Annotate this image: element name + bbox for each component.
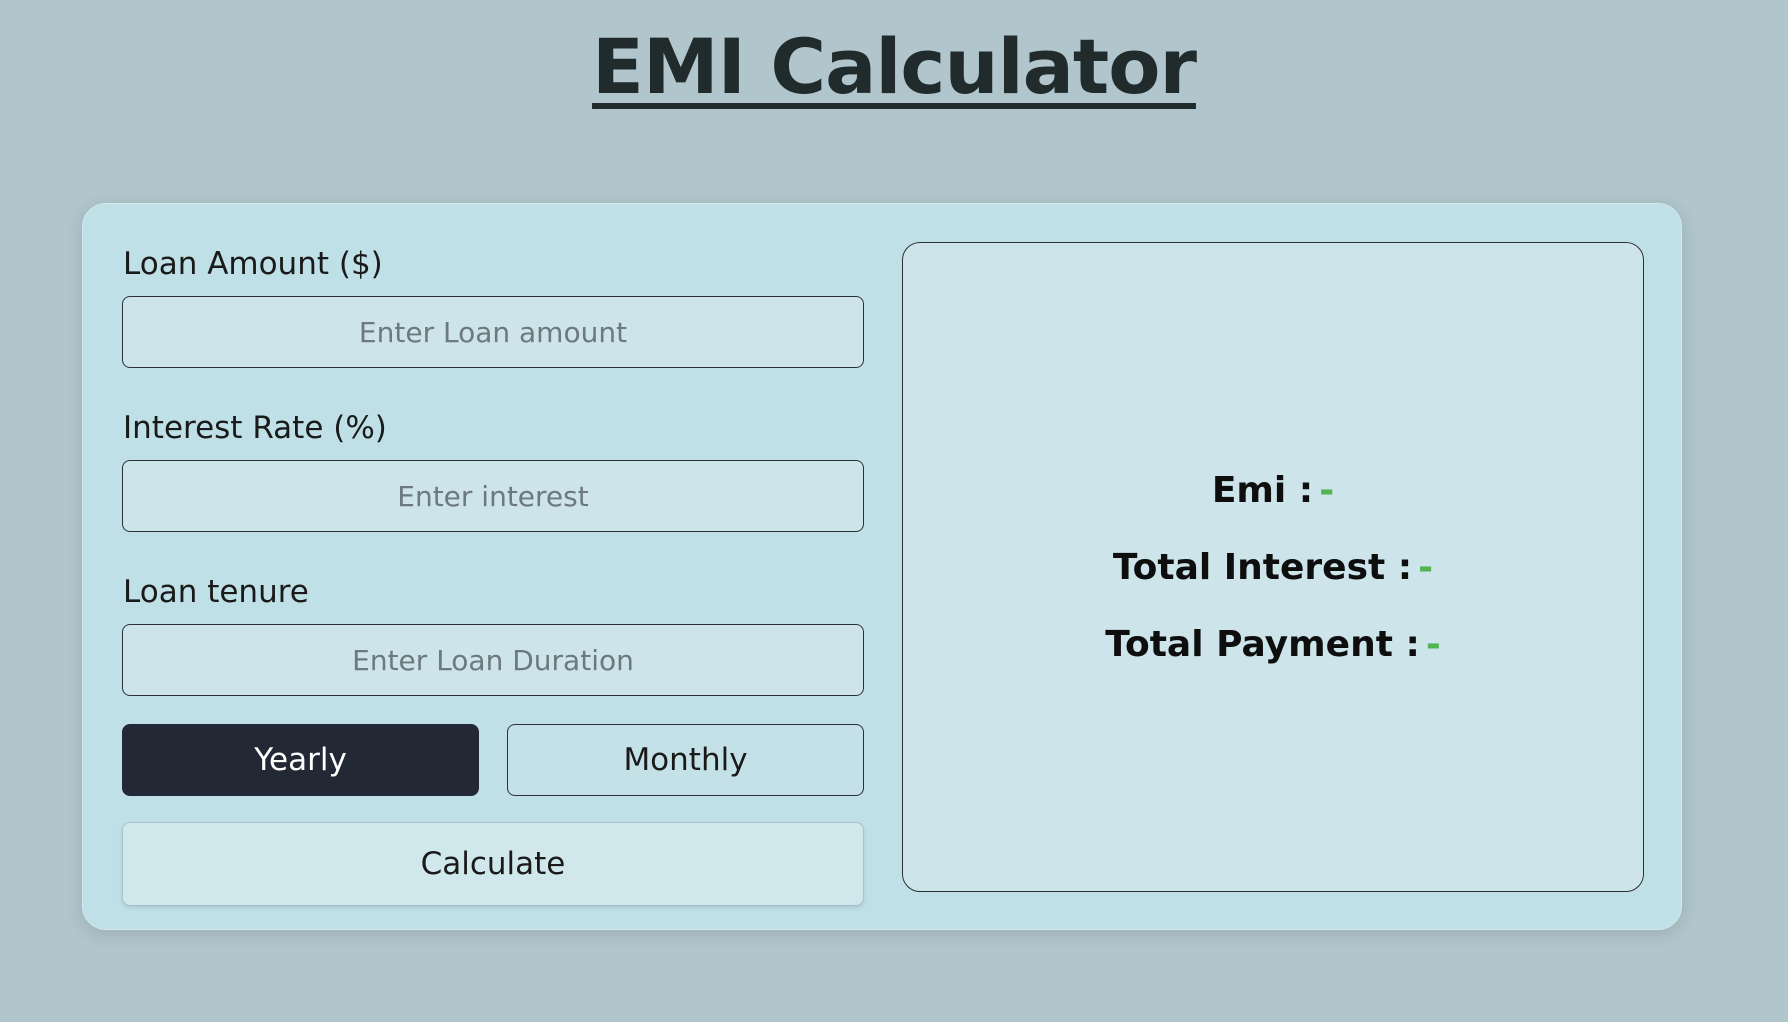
- loan-tenure-label: Loan tenure: [123, 574, 309, 610]
- total-payment-value: -: [1425, 624, 1441, 665]
- tenure-unit-toggle: Yearly Monthly: [122, 724, 864, 796]
- loan-amount-input[interactable]: [122, 296, 864, 368]
- total-payment-result: Total Payment :-: [903, 621, 1643, 669]
- loan-amount-label: Loan Amount ($): [123, 246, 383, 282]
- total-interest-label: Total Interest :: [1112, 547, 1413, 588]
- page-title-text: EMI Calculator: [592, 22, 1197, 111]
- total-interest-value: -: [1418, 547, 1434, 588]
- interest-rate-input[interactable]: [122, 460, 864, 532]
- interest-rate-label: Interest Rate (%): [123, 410, 387, 446]
- page-title: EMI Calculator: [0, 22, 1788, 111]
- results-panel: Emi :- Total Interest :- Total Payment :…: [902, 242, 1644, 892]
- results-list: Emi :- Total Interest :- Total Payment :…: [903, 467, 1643, 698]
- calculator-card: Loan Amount ($) Interest Rate (%) Loan t…: [82, 203, 1682, 930]
- total-payment-label: Total Payment :: [1105, 624, 1420, 665]
- emi-result: Emi :-: [903, 467, 1643, 515]
- yearly-toggle-button[interactable]: Yearly: [122, 724, 479, 796]
- loan-form: Loan Amount ($) Interest Rate (%) Loan t…: [122, 242, 864, 906]
- total-interest-result: Total Interest :-: [903, 544, 1643, 592]
- emi-value: -: [1319, 470, 1335, 511]
- loan-tenure-input[interactable]: [122, 624, 864, 696]
- emi-label: Emi :: [1211, 470, 1314, 511]
- calculate-button[interactable]: Calculate: [122, 822, 864, 906]
- monthly-toggle-button[interactable]: Monthly: [507, 724, 864, 796]
